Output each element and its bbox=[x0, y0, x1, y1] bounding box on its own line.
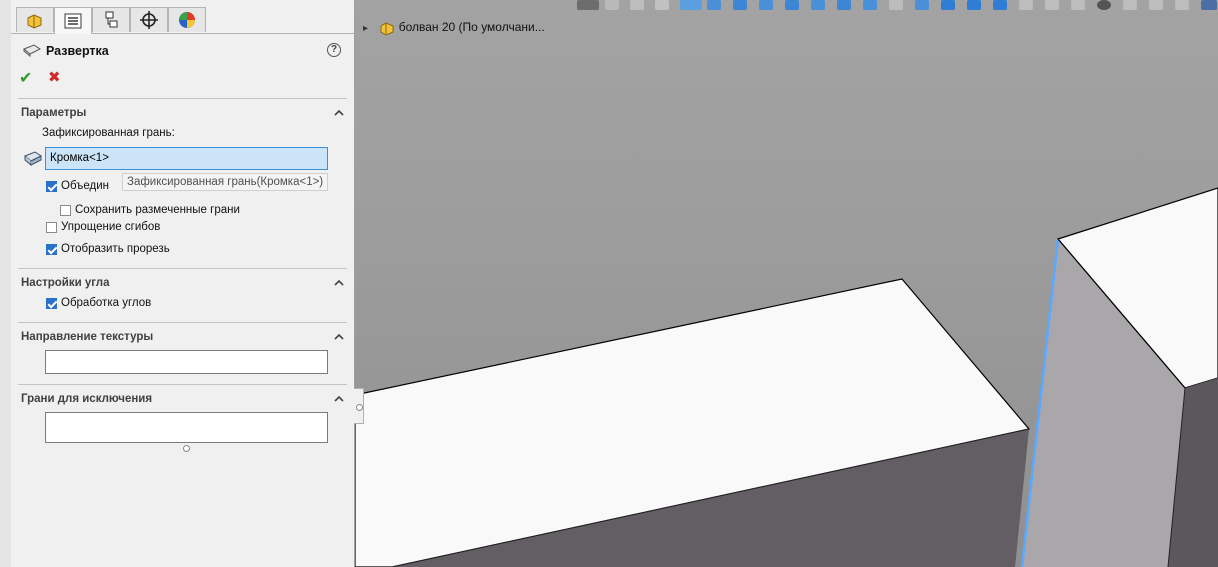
help-icon: ? bbox=[330, 44, 338, 55]
section-corner-title: Настройки угла bbox=[21, 277, 110, 289]
fixed-face-label: Зафиксированная грань: bbox=[42, 127, 175, 139]
show-cut-checkbox[interactable] bbox=[46, 244, 57, 255]
tab-display-manager[interactable] bbox=[168, 7, 206, 32]
collapse-texture-chevron-icon[interactable] bbox=[332, 330, 346, 344]
property-manager-panel: Развертка ? ✔ ✖ Параметры Зафиксированна… bbox=[11, 0, 355, 567]
fixed-face-tooltip: Зафиксированная грань(Кромка<1>) bbox=[122, 173, 329, 191]
texture-direction-field[interactable] bbox=[45, 350, 328, 374]
tab-configuration-manager[interactable] bbox=[92, 7, 130, 32]
corner-treatment-checkbox[interactable] bbox=[46, 298, 57, 309]
ok-button[interactable]: ✔ bbox=[19, 68, 32, 88]
fixed-face-selection-box[interactable]: Кромка<1> bbox=[45, 147, 328, 170]
face-selection-icon bbox=[24, 151, 42, 167]
flatten-feature-icon bbox=[23, 44, 41, 57]
tab-property-manager[interactable] bbox=[54, 7, 92, 34]
tab-dimxpert-manager[interactable] bbox=[130, 7, 168, 32]
configuration-icon bbox=[105, 11, 118, 28]
feature-tree-icon bbox=[27, 14, 42, 29]
section-texture-title: Направление текстуры bbox=[21, 331, 154, 343]
simplify-bends-checkbox[interactable] bbox=[46, 222, 57, 233]
merge-faces-label: Объедин bbox=[61, 180, 109, 192]
section-params-title: Параметры bbox=[21, 107, 87, 119]
crosshair-icon bbox=[140, 11, 158, 29]
model-geometry bbox=[355, 187, 1218, 567]
collapse-corner-chevron-icon[interactable] bbox=[332, 276, 346, 290]
tab-feature-manager[interactable] bbox=[16, 7, 54, 32]
keep-marked-faces-checkbox[interactable] bbox=[60, 205, 71, 216]
merge-faces-checkbox[interactable] bbox=[46, 181, 57, 192]
property-list-icon bbox=[64, 13, 82, 29]
feature-title: Развертка bbox=[46, 44, 109, 58]
section-exclude-title: Грани для исключения bbox=[21, 393, 153, 405]
panel-collapse-handle[interactable] bbox=[354, 388, 364, 424]
cancel-button[interactable]: ✖ bbox=[48, 68, 61, 86]
divider bbox=[18, 384, 347, 385]
divider bbox=[18, 268, 347, 269]
list-resize-handle[interactable] bbox=[183, 445, 190, 452]
manager-tabs bbox=[11, 7, 354, 34]
collapse-exclude-chevron-icon[interactable] bbox=[332, 392, 346, 406]
fixed-face-value: Кромка<1> bbox=[50, 152, 109, 164]
keep-marked-faces-label: Сохранить размеченные грани bbox=[75, 204, 240, 216]
corner-treatment-label: Обработка углов bbox=[61, 297, 152, 309]
show-cut-label: Отобразить прорезь bbox=[61, 243, 170, 255]
handle-dot-icon bbox=[356, 404, 363, 411]
simplify-bends-label: Упрощение сгибов bbox=[61, 221, 161, 233]
help-button[interactable]: ? bbox=[327, 43, 341, 57]
divider bbox=[18, 98, 347, 99]
divider bbox=[18, 322, 347, 323]
graphics-viewport[interactable]: ▸ болван 20 (По умолчани... bbox=[355, 0, 1218, 567]
appearance-ball-icon bbox=[179, 12, 195, 28]
collapse-params-chevron-icon[interactable] bbox=[332, 106, 346, 120]
faces-to-exclude-list[interactable] bbox=[45, 412, 328, 443]
